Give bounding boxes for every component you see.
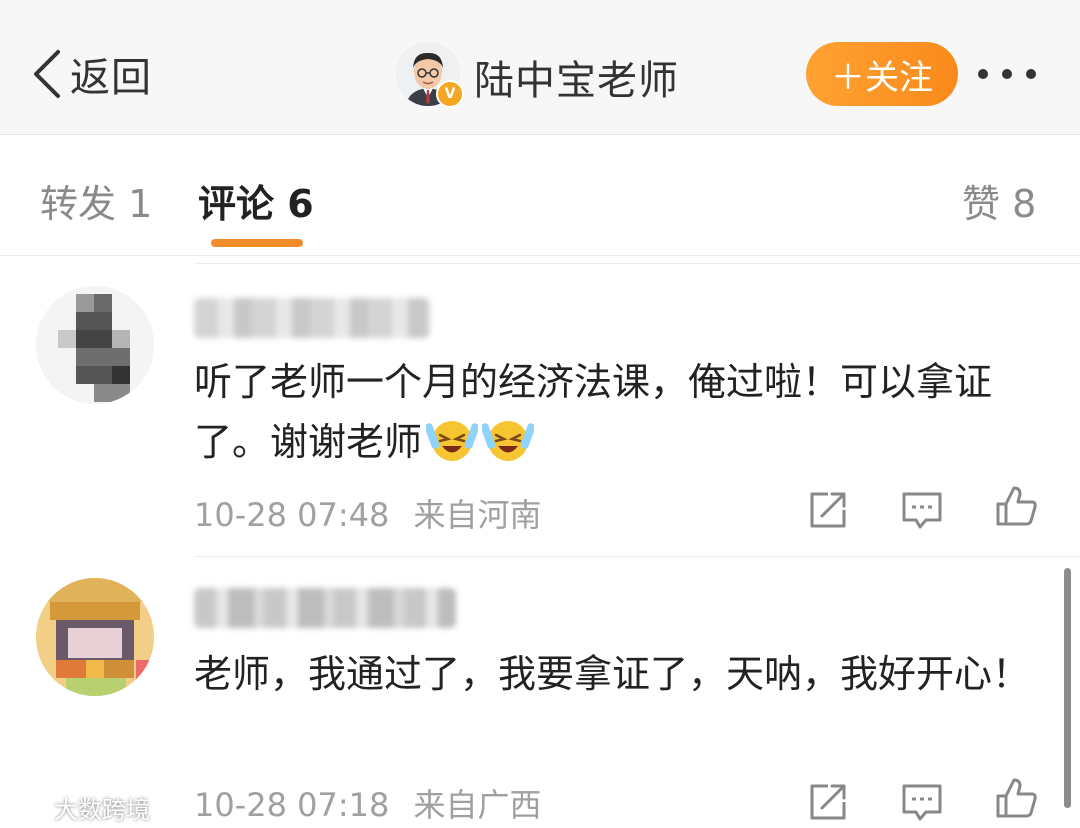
divider — [194, 556, 1080, 557]
laugh-cry-emoji-icon — [426, 421, 479, 461]
reply-button[interactable] — [900, 780, 944, 824]
comment-text: 听了老师一个月的经济法课，俺过啦！可以拿证了。谢谢老师 — [194, 360, 993, 464]
author-avatar[interactable]: V — [396, 42, 464, 108]
tab-likes[interactable]: 赞 8 — [962, 173, 1036, 228]
more-dots-icon[interactable] — [978, 64, 1048, 84]
commenter-name-blurred[interactable] — [194, 588, 456, 628]
verified-badge-icon: V — [436, 80, 464, 108]
commenter-avatar[interactable] — [36, 286, 154, 404]
divider — [194, 263, 1080, 264]
comment-location: 来自广西 — [413, 786, 542, 824]
active-tab-indicator — [211, 239, 303, 247]
share-icon — [810, 492, 846, 528]
author-name[interactable]: 陆中宝老师 — [474, 48, 679, 106]
commenter-name-blurred[interactable] — [194, 298, 430, 338]
back-button[interactable]: 返回 — [30, 44, 152, 104]
top-nav-bar: 返回 V 陆中宝老师 ＋关注 — [0, 0, 1080, 135]
thumbs-up-icon — [996, 778, 1037, 818]
reply-button[interactable] — [900, 488, 944, 532]
commenter-avatar[interactable] — [36, 578, 154, 696]
comment-location: 来自河南 — [413, 496, 542, 534]
tab-reposts[interactable]: 转发 1 — [40, 173, 152, 228]
comment-time: 10-28 07:18 — [194, 786, 390, 824]
comment-meta: 10-28 07:48 来自河南 — [194, 490, 542, 536]
repost-button[interactable] — [806, 488, 850, 532]
comment-icon — [902, 784, 942, 821]
tab-comments[interactable]: 评论 6 — [198, 173, 314, 228]
follow-button[interactable]: ＋关注 — [806, 42, 958, 106]
watermark-text: 大数跨境 — [54, 796, 150, 824]
comment-time: 10-28 07:48 — [194, 496, 390, 534]
back-label: 返回 — [70, 55, 152, 101]
comment-text: 老师，我通过了，我要拿证了，天呐，我好开心！ — [194, 652, 1031, 696]
comment-icon — [902, 492, 942, 529]
watermark-logo-icon — [9, 798, 46, 817]
watermark: 大数跨境 — [8, 790, 150, 825]
chevron-left-icon — [34, 50, 60, 98]
tab-bar: 转发 1 评论 6 赞 8 — [0, 135, 1080, 256]
thumbs-up-icon — [996, 486, 1037, 526]
laugh-cry-emoji-icon — [482, 421, 535, 461]
comment-meta: 10-28 07:18 来自广西 — [194, 780, 542, 826]
scrollbar[interactable] — [1064, 568, 1071, 808]
share-icon — [810, 784, 846, 820]
like-button[interactable] — [994, 776, 1038, 820]
repost-button[interactable] — [806, 780, 850, 824]
like-button[interactable] — [994, 484, 1038, 528]
